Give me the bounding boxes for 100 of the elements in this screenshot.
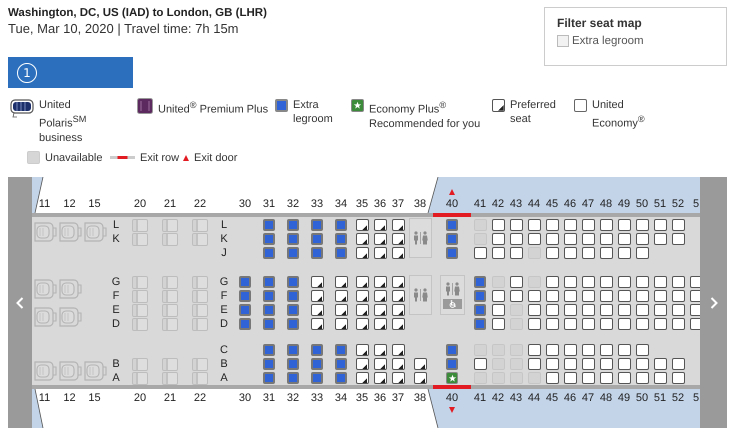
seat[interactable] bbox=[672, 276, 684, 288]
seat[interactable] bbox=[374, 372, 386, 384]
seat[interactable] bbox=[374, 290, 386, 302]
seat[interactable] bbox=[672, 358, 684, 370]
seat[interactable] bbox=[582, 344, 594, 356]
seat[interactable] bbox=[374, 247, 386, 259]
seat[interactable] bbox=[654, 372, 666, 384]
seat[interactable] bbox=[528, 290, 540, 302]
seat[interactable] bbox=[546, 344, 558, 356]
seat[interactable] bbox=[414, 372, 426, 384]
seat[interactable] bbox=[636, 290, 648, 302]
seat[interactable] bbox=[392, 233, 404, 245]
seat[interactable] bbox=[392, 344, 404, 356]
seat[interactable] bbox=[546, 233, 558, 245]
seat[interactable] bbox=[564, 233, 576, 245]
seat[interactable] bbox=[310, 276, 324, 288]
segment-tab[interactable]: 1 bbox=[8, 57, 133, 88]
seat[interactable] bbox=[600, 304, 612, 316]
seat[interactable] bbox=[392, 358, 404, 370]
seat[interactable] bbox=[600, 290, 612, 302]
seat[interactable] bbox=[528, 344, 540, 356]
seat[interactable] bbox=[636, 276, 648, 288]
seat[interactable] bbox=[564, 372, 576, 384]
seat[interactable] bbox=[654, 304, 666, 316]
seat[interactable] bbox=[492, 304, 504, 316]
seat[interactable] bbox=[600, 318, 612, 330]
seat[interactable] bbox=[618, 304, 630, 316]
seat[interactable] bbox=[374, 276, 386, 288]
seat[interactable] bbox=[672, 290, 684, 302]
seat[interactable] bbox=[564, 219, 576, 231]
seat[interactable] bbox=[600, 358, 612, 370]
seat[interactable] bbox=[528, 318, 540, 330]
seat[interactable] bbox=[392, 276, 404, 288]
seat[interactable] bbox=[654, 233, 666, 245]
checkbox[interactable] bbox=[557, 35, 569, 47]
seat[interactable] bbox=[564, 290, 576, 302]
seat[interactable] bbox=[600, 233, 612, 245]
seat[interactable] bbox=[636, 318, 648, 330]
seat[interactable] bbox=[374, 233, 386, 245]
seat[interactable] bbox=[582, 219, 594, 231]
seat[interactable] bbox=[690, 290, 700, 302]
seat[interactable] bbox=[672, 372, 684, 384]
seat[interactable] bbox=[618, 219, 630, 231]
seat[interactable] bbox=[356, 344, 368, 356]
seat[interactable] bbox=[546, 247, 558, 259]
seat[interactable] bbox=[356, 358, 368, 370]
seat[interactable] bbox=[546, 304, 558, 316]
seat[interactable] bbox=[672, 318, 684, 330]
seat[interactable] bbox=[528, 358, 540, 370]
seat[interactable] bbox=[546, 318, 558, 330]
seat[interactable] bbox=[636, 372, 648, 384]
seat[interactable] bbox=[356, 233, 368, 245]
seat[interactable] bbox=[636, 247, 648, 259]
seat[interactable] bbox=[564, 318, 576, 330]
seat[interactable] bbox=[528, 304, 540, 316]
seat[interactable] bbox=[334, 318, 348, 330]
seat[interactable] bbox=[618, 358, 630, 370]
seat[interactable] bbox=[510, 219, 522, 231]
seat[interactable] bbox=[618, 290, 630, 302]
seat[interactable] bbox=[654, 290, 666, 302]
seat[interactable] bbox=[392, 247, 404, 259]
seat[interactable] bbox=[690, 276, 700, 288]
seat[interactable] bbox=[672, 233, 684, 245]
seat[interactable] bbox=[690, 304, 700, 316]
seat[interactable] bbox=[654, 358, 666, 370]
seat[interactable] bbox=[636, 358, 648, 370]
seat[interactable] bbox=[546, 219, 558, 231]
seat[interactable] bbox=[546, 358, 558, 370]
seat[interactable] bbox=[600, 372, 612, 384]
seat[interactable] bbox=[334, 290, 348, 302]
seat[interactable] bbox=[690, 318, 700, 330]
seat[interactable] bbox=[374, 344, 386, 356]
seat[interactable] bbox=[356, 290, 368, 302]
seat[interactable] bbox=[564, 344, 576, 356]
seat[interactable] bbox=[492, 219, 504, 231]
seat[interactable] bbox=[374, 358, 386, 370]
seat[interactable] bbox=[492, 233, 504, 245]
seat[interactable] bbox=[636, 304, 648, 316]
seat[interactable] bbox=[392, 318, 404, 330]
seat[interactable] bbox=[582, 276, 594, 288]
seat[interactable] bbox=[636, 219, 648, 231]
seat[interactable] bbox=[582, 358, 594, 370]
seat[interactable] bbox=[600, 247, 612, 259]
seat[interactable] bbox=[528, 219, 540, 231]
seat[interactable] bbox=[392, 219, 404, 231]
seat[interactable] bbox=[600, 276, 612, 288]
seat[interactable] bbox=[564, 358, 576, 370]
seat[interactable] bbox=[654, 219, 666, 231]
seat[interactable] bbox=[414, 358, 426, 370]
seat[interactable] bbox=[356, 304, 368, 316]
seat[interactable] bbox=[564, 276, 576, 288]
seat[interactable] bbox=[310, 318, 324, 330]
seat[interactable] bbox=[564, 304, 576, 316]
seat[interactable] bbox=[310, 290, 324, 302]
seat[interactable] bbox=[618, 344, 630, 356]
seat[interactable] bbox=[654, 276, 666, 288]
seat[interactable] bbox=[582, 290, 594, 302]
seat[interactable] bbox=[356, 318, 368, 330]
seat[interactable] bbox=[546, 290, 558, 302]
seat[interactable] bbox=[474, 247, 486, 259]
